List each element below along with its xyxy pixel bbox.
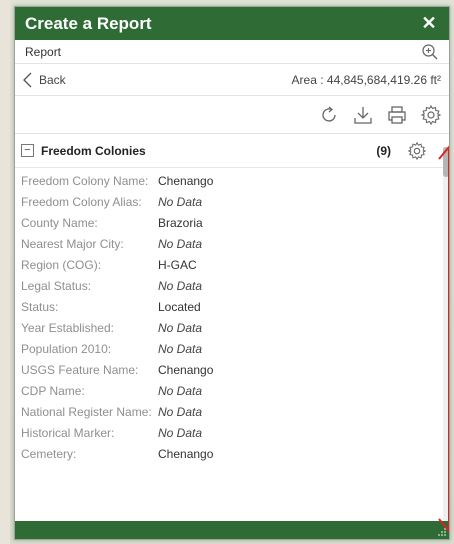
field-value: No Data [158, 405, 203, 419]
zoom-in-icon[interactable] [421, 43, 439, 61]
refresh-icon [322, 106, 336, 122]
field-value: No Data [158, 342, 203, 356]
report-row: Report [15, 40, 449, 64]
field-value: No Data [158, 237, 203, 251]
print-button[interactable] [385, 103, 409, 127]
scrollbar-track[interactable] [443, 147, 449, 527]
field-label: National Register Name: [21, 405, 152, 419]
field-label: CDP Name: [21, 384, 85, 398]
field-label: Cemetery: [21, 447, 77, 461]
section-count: (9) [376, 143, 391, 158]
refresh-button[interactable] [317, 103, 341, 127]
field-label: Region (COG): [21, 258, 102, 272]
settings-button[interactable] [419, 103, 443, 127]
list-item: Historical Marker: No Data [21, 426, 449, 440]
section-header-freedom-colonies: − Freedom Colonies (9) [15, 134, 449, 168]
section-gear-icon[interactable] [407, 141, 427, 161]
list-item: County Name: Brazoria [21, 216, 449, 230]
field-value: No Data [158, 279, 203, 293]
field-value: No Data [158, 195, 203, 209]
create-report-panel: Create a Report ✕ Report Back Area : 44,… [14, 6, 450, 540]
field-label: Nearest Major City: [21, 237, 124, 251]
download-icon [354, 106, 372, 124]
list-item: Freedom Colony Alias: No Data [21, 195, 449, 209]
field-value: H-GAC [158, 258, 197, 272]
field-label: USGS Feature Name: [21, 363, 139, 377]
field-value: Chenango [158, 363, 214, 377]
list-item: Nearest Major City: No Data [21, 237, 449, 251]
resize-handle-icon[interactable] [435, 526, 447, 538]
field-value: Brazoria [158, 216, 203, 230]
area-text: Area : 44,845,684,419.26 ft² [291, 72, 441, 87]
list-item: Cemetery: Chenango [21, 447, 449, 461]
collapse-button[interactable]: − [21, 144, 34, 157]
list-item: Year Established: No Data [21, 321, 449, 335]
field-value: No Data [158, 426, 203, 440]
back-button[interactable]: Back [21, 71, 66, 89]
panel-title: Create a Report [25, 13, 152, 33]
report-toolbar [15, 96, 449, 134]
section-title: Freedom Colonies [41, 143, 146, 158]
gear-icon [420, 104, 442, 125]
list-item: USGS Feature Name: Chenango [21, 363, 449, 377]
list-item: Freedom Colony Name: Chenango [21, 174, 449, 188]
list-item: Status: Located [21, 300, 449, 314]
field-label: Freedom Colony Name: [21, 174, 149, 188]
panel-footer [15, 521, 449, 539]
list-item: CDP Name: No Data [21, 384, 449, 398]
print-icon [388, 105, 406, 124]
back-label: Back [39, 72, 66, 87]
field-value: No Data [158, 384, 203, 398]
field-label: Status: [21, 300, 59, 314]
panel-titlebar: Create a Report ✕ [15, 7, 449, 40]
field-label: Freedom Colony Alias: [21, 195, 142, 209]
field-label: Legal Status: [21, 279, 92, 293]
list-item: Region (COG): H-GAC [21, 258, 449, 272]
field-value: Chenango [158, 174, 214, 188]
field-label: County Name: [21, 216, 98, 230]
field-label: Population 2010: [21, 342, 112, 356]
attribute-list: Freedom Colony Name: Chenango Freedom Colo… [15, 168, 449, 508]
field-value: No Data [158, 321, 203, 335]
close-icon[interactable]: ✕ [419, 13, 439, 34]
list-item: Legal Status: No Data [21, 279, 449, 293]
field-label: Year Established: [21, 321, 114, 335]
field-value: Located [158, 300, 201, 314]
field-label: Historical Marker: [21, 426, 115, 440]
scrollbar-thumb[interactable] [443, 147, 449, 177]
chevron-left-icon [23, 72, 32, 87]
field-value: Chenango [158, 447, 214, 461]
list-item: Population 2010: No Data [21, 342, 449, 356]
download-button[interactable] [351, 103, 375, 127]
report-label: Report [25, 44, 62, 59]
list-item: National Register Name: No Data [21, 405, 449, 419]
back-row: Back Area : 44,845,684,419.26 ft² [15, 64, 449, 96]
